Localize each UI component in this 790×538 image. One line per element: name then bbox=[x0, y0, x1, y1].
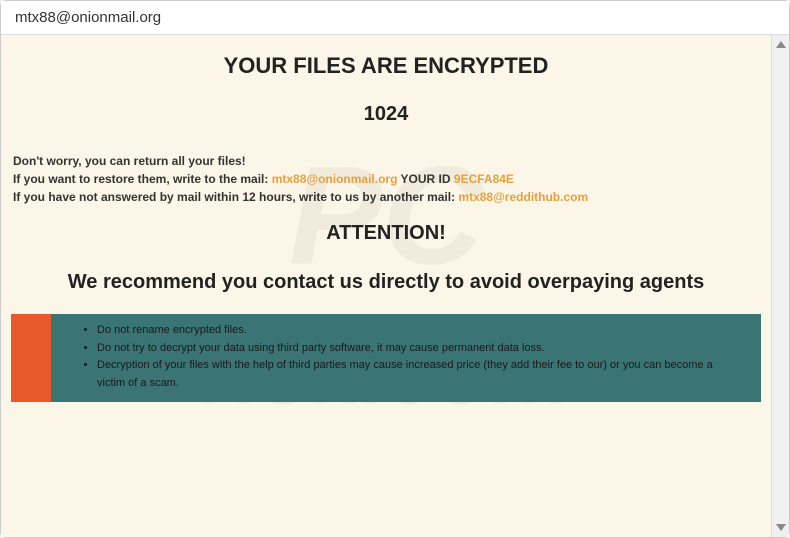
your-id-label: YOUR ID bbox=[397, 172, 453, 186]
line2-prefix: If you want to restore them, write to th… bbox=[13, 172, 272, 186]
ransom-content: PC risk.com YOUR FILES ARE ENCRYPTED 102… bbox=[1, 35, 771, 537]
warning-item: Do not try to decrypt your data using th… bbox=[97, 340, 741, 358]
warning-content: Do not rename encrypted files. Do not tr… bbox=[51, 314, 761, 402]
secondary-email: mtx88@reddithub.com bbox=[458, 190, 588, 204]
scroll-down-icon[interactable] bbox=[776, 524, 786, 531]
content-wrapper: PC risk.com YOUR FILES ARE ENCRYPTED 102… bbox=[1, 35, 789, 537]
scrollbar[interactable] bbox=[771, 35, 789, 537]
window-title: mtx88@onionmail.org bbox=[15, 9, 161, 26]
info-line-1: Don't worry, you can return all your fil… bbox=[13, 152, 761, 170]
info-block: Don't worry, you can return all your fil… bbox=[11, 152, 761, 206]
warning-box: Do not rename encrypted files. Do not tr… bbox=[11, 314, 761, 402]
your-id-value: 9ECFA84E bbox=[454, 172, 514, 186]
warning-item: Do not rename encrypted files. bbox=[97, 322, 741, 340]
main-heading: YOUR FILES ARE ENCRYPTED bbox=[11, 53, 761, 79]
warning-item: Decryption of your files with the help o… bbox=[97, 357, 741, 392]
window-titlebar: mtx88@onionmail.org bbox=[1, 1, 789, 35]
warning-accent-bar bbox=[11, 314, 51, 402]
line3-prefix: If you have not answered by mail within … bbox=[13, 190, 458, 204]
ransom-window: mtx88@onionmail.org PC risk.com YOUR FIL… bbox=[0, 0, 790, 538]
id-number: 1024 bbox=[11, 103, 761, 126]
warning-list: Do not rename encrypted files. Do not tr… bbox=[81, 322, 741, 392]
info-line-2: If you want to restore them, write to th… bbox=[13, 170, 761, 188]
recommend-text: We recommend you contact us directly to … bbox=[11, 271, 761, 294]
scroll-up-icon[interactable] bbox=[776, 41, 786, 48]
primary-email: mtx88@onionmail.org bbox=[272, 172, 398, 186]
info-line-3: If you have not answered by mail within … bbox=[13, 188, 761, 206]
attention-heading: ATTENTION! bbox=[11, 222, 761, 245]
